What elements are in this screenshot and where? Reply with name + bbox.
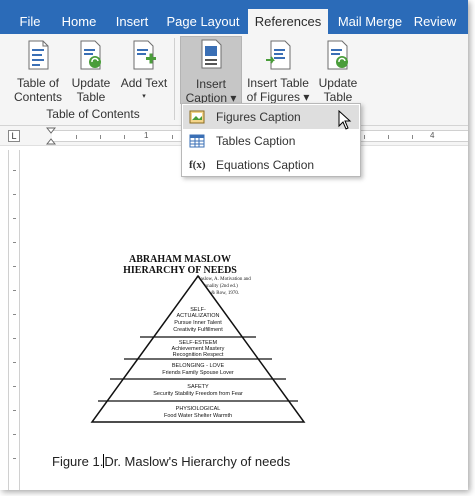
ruler-tick bbox=[13, 314, 16, 315]
update-table-label-1: Update bbox=[71, 76, 111, 90]
toc-label-1: Table of bbox=[16, 76, 60, 90]
ruler-tick bbox=[13, 218, 16, 219]
pyramid-text: Security Stability Freedom from Fear bbox=[153, 391, 243, 397]
tab-stop-selector[interactable]: L bbox=[8, 130, 20, 142]
update-tof-label-2: Table bbox=[323, 90, 353, 104]
pyramid-text: ACTUALIZATION bbox=[177, 313, 220, 319]
app-window: File Home Insert Page Layout References … bbox=[0, 0, 468, 490]
ruler-tick bbox=[13, 194, 16, 195]
ruler-tick bbox=[13, 386, 16, 387]
equation-caption-icon: f(x) bbox=[189, 159, 206, 171]
indent-marker-icon[interactable] bbox=[46, 127, 56, 145]
insert-tof-label-2: of Figures ▾ bbox=[246, 90, 310, 104]
ruler-tick bbox=[388, 135, 389, 139]
ruler-tick bbox=[76, 135, 77, 139]
ruler-number: 1 bbox=[144, 131, 149, 140]
menu-item-equations-caption[interactable]: f(x) Equations Caption bbox=[183, 153, 359, 177]
ruler-tick bbox=[172, 135, 173, 139]
tab-references[interactable]: References bbox=[248, 9, 328, 34]
add-text-icon bbox=[133, 40, 156, 70]
tab-review[interactable]: Review bbox=[410, 9, 460, 34]
pyramid-text: SAFETY bbox=[187, 384, 209, 390]
ruler-number: 4 bbox=[430, 131, 435, 140]
pyramid-text: Recognition Respect bbox=[173, 352, 224, 358]
insert-caption-label-1: Insert bbox=[195, 77, 226, 91]
update-table-icon bbox=[80, 40, 101, 70]
figure-caption[interactable]: Figure 1.Dr. Maslow's Hierarchy of needs bbox=[52, 454, 290, 469]
update-tof-label-1: Update bbox=[318, 76, 358, 90]
ribbon-tab-bar: File Home Insert Page Layout References … bbox=[0, 0, 468, 34]
ruler-tick bbox=[13, 410, 16, 411]
update-table-label-2: Table bbox=[76, 90, 106, 104]
table-of-contents-button[interactable]: Table of Contents bbox=[10, 38, 66, 104]
tab-file[interactable]: File bbox=[8, 9, 52, 34]
add-text-arrow: ▾ bbox=[142, 93, 146, 100]
menu-item-label: Equations Caption bbox=[216, 158, 315, 172]
ruler-tick bbox=[13, 266, 16, 267]
document-page[interactable]: ABRAHAM MASLOW HIERARCHY OF NEEDS Maslow… bbox=[28, 146, 468, 490]
ruler-tick bbox=[13, 362, 16, 363]
toc-label-2: Contents bbox=[13, 90, 63, 104]
pyramid-text: Friends Family Spouse Lover bbox=[162, 370, 234, 376]
mouse-pointer-icon bbox=[338, 110, 352, 130]
update-table-button[interactable]: Update Table bbox=[68, 38, 114, 104]
ruler-tick bbox=[13, 242, 16, 243]
pyramid-text: Food Water Shelter Warmth bbox=[164, 413, 232, 419]
menu-item-label: Figures Caption bbox=[216, 110, 301, 124]
ruler-tick bbox=[412, 135, 413, 139]
pyramid-text: BELONGING - LOVE bbox=[172, 363, 225, 369]
pyramid-text: PHYSIOLOGICAL bbox=[176, 406, 221, 412]
pyramid-text: Pursue Inner Talent bbox=[174, 320, 222, 326]
tab-page-layout[interactable]: Page Layout bbox=[162, 9, 244, 34]
tab-insert[interactable]: Insert bbox=[106, 9, 158, 34]
tab-mail-merge[interactable]: Mail Merge bbox=[332, 9, 408, 34]
table-caption-icon bbox=[189, 134, 205, 148]
insert-table-of-figures-button[interactable]: Insert Table of Figures ▾ bbox=[244, 38, 312, 104]
add-text-button[interactable]: Add Text ▾ bbox=[116, 38, 172, 104]
maslow-pyramid-image[interactable]: SELF- ACTUALIZATION Pursue Inner Talent … bbox=[88, 274, 308, 426]
ribbon-group-separator bbox=[174, 38, 175, 120]
update-table-icon bbox=[327, 40, 348, 70]
insert-table-of-figures-icon bbox=[266, 40, 291, 70]
figure-heading: ABRAHAM MASLOW HIERARCHY OF NEEDS bbox=[100, 254, 260, 276]
insert-caption-button[interactable]: Insert Caption ▾ bbox=[180, 36, 242, 105]
ruler-tick bbox=[13, 458, 16, 459]
ruler-tick bbox=[364, 135, 365, 139]
caption-text: Dr. Maslow's Hierarchy of needs bbox=[104, 454, 291, 469]
pyramid-text: Creativity Fulfillment bbox=[173, 327, 223, 333]
menu-item-label: Tables Caption bbox=[216, 134, 296, 148]
figure-heading-line: ABRAHAM MASLOW bbox=[129, 254, 231, 265]
menu-item-tables-caption[interactable]: Tables Caption bbox=[183, 129, 359, 153]
insert-caption-icon bbox=[201, 39, 222, 69]
caption-label: Figure 1. bbox=[52, 454, 104, 469]
ruler-tick bbox=[13, 290, 16, 291]
insert-tof-label-1: Insert Table bbox=[247, 76, 309, 90]
menu-item-figures-caption[interactable]: Figures Caption bbox=[183, 105, 359, 129]
tab-home[interactable]: Home bbox=[56, 9, 102, 34]
insert-caption-menu: Figures Caption Tables Caption f(x) Equa… bbox=[181, 103, 361, 177]
ribbon-group-label: Table of Contents bbox=[46, 107, 140, 121]
vertical-ruler[interactable] bbox=[8, 150, 20, 490]
ruler-tick bbox=[13, 170, 16, 171]
update-table-of-figures-button[interactable]: Update Table bbox=[314, 38, 362, 104]
figure-caption-icon bbox=[189, 110, 205, 124]
ruler-tick bbox=[13, 338, 16, 339]
ruler-tick bbox=[100, 135, 101, 139]
add-text-label-1: Add Text bbox=[120, 76, 168, 90]
table-of-contents-icon bbox=[28, 40, 49, 70]
ruler-tick bbox=[13, 434, 16, 435]
ruler-tick bbox=[124, 135, 125, 139]
